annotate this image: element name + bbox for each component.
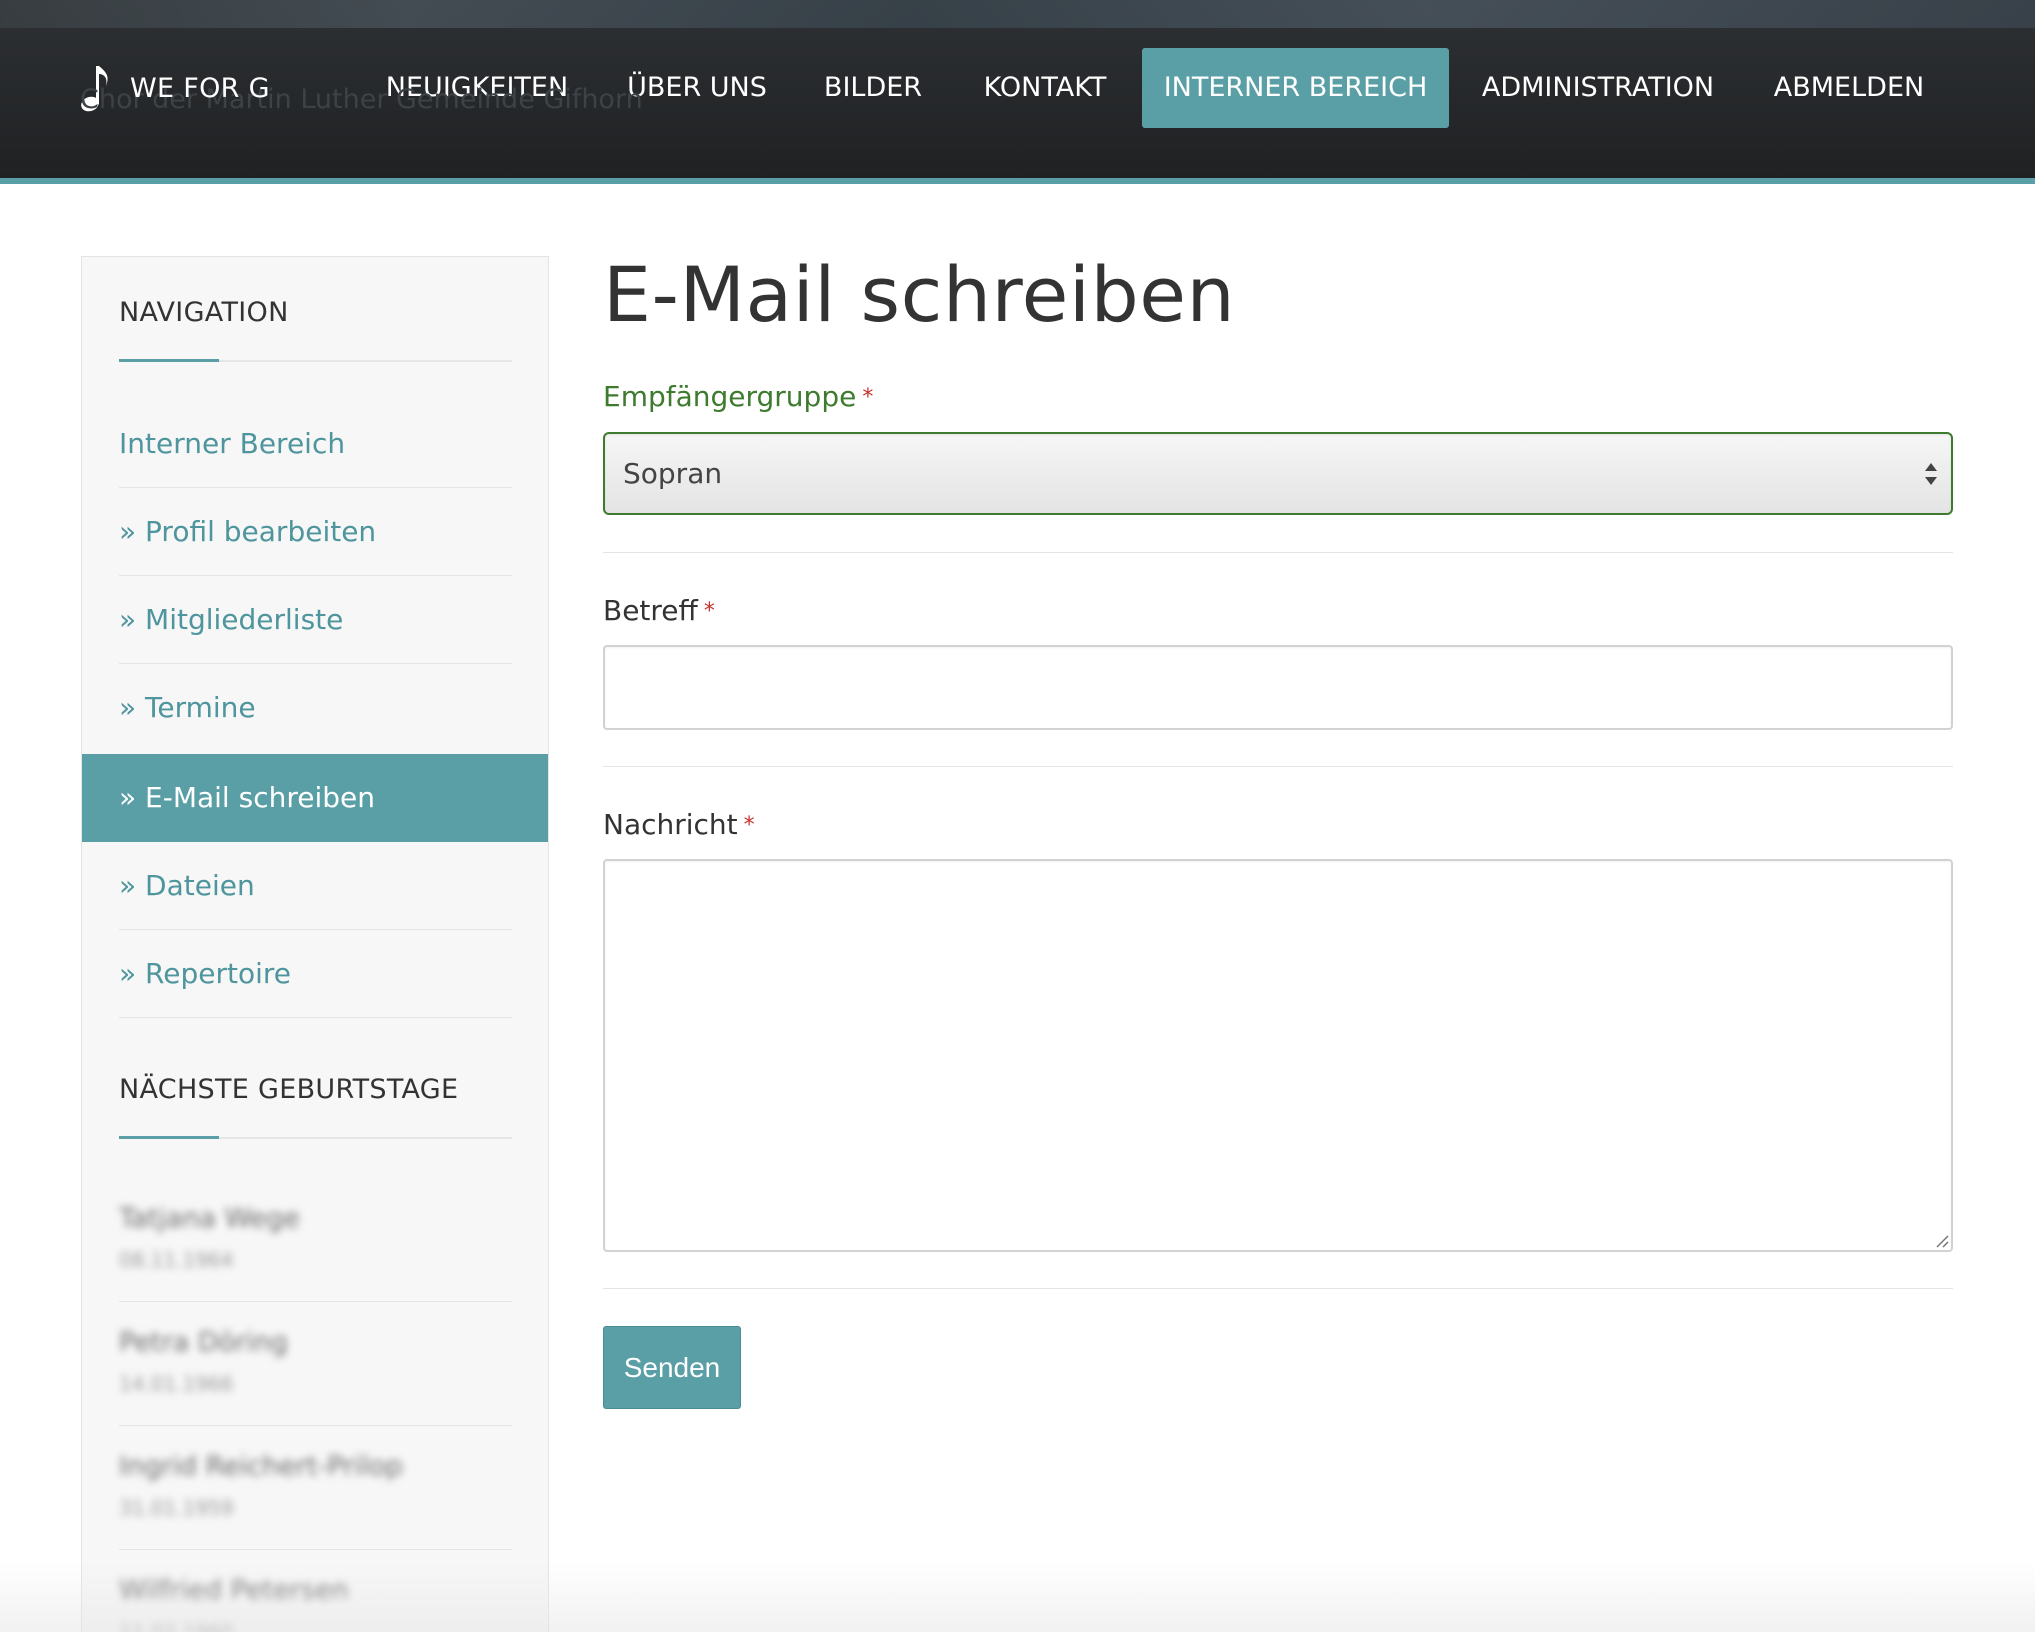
birthday-date: 31.01.1959 [119,1496,234,1520]
birthday-date: 14.01.1966 [119,1372,234,1396]
select-arrows-icon [1923,460,1939,488]
form-divider [603,766,1953,767]
message-label: Nachricht * [603,808,755,841]
birthday-date: 11.02.1960 [119,1620,234,1632]
birthday-name: Tatjana Wege [119,1203,300,1234]
birthday-name: Ingrid Reichert-Prilop [119,1451,403,1482]
sidebar-item-repertoire[interactable]: » Repertoire [82,930,548,1018]
nav-item-kontakt[interactable]: KONTAKT [968,48,1122,128]
sidebar-item-interner-bereich[interactable]: Interner Bereich [82,400,548,488]
header-background-photo [0,0,2035,28]
form-divider [603,1288,1953,1289]
page-title: E-Mail schreiben [603,250,1236,339]
nav-item-interner-bereich[interactable]: INTERNER BEREICH [1142,48,1449,128]
brand-title: WE FOR G [130,72,270,104]
resize-grip-icon[interactable] [1933,1232,1949,1248]
birthday-name: Petra Döring [119,1327,288,1358]
sidebar-item-profil-bearbeiten[interactable]: » Profil bearbeiten [82,488,548,576]
nav-item-abmelden[interactable]: ABMELDEN [1752,48,1946,128]
sidebar-separator [119,1017,512,1018]
sidebar-navigation-heading: NAVIGATION [119,297,289,328]
recipient-group-select[interactable]: Sopran [603,432,1953,515]
birthday-date: 08.11.1964 [119,1248,234,1272]
message-textarea[interactable] [603,859,1953,1252]
recipient-group-label: Empfängergruppe * [603,380,873,413]
send-button[interactable]: Senden [603,1326,741,1409]
sidebar-item-email-schreiben[interactable]: » E-Mail schreiben [82,754,548,842]
nav-item-administration[interactable]: ADMINISTRATION [1470,48,1726,128]
required-marker: * [862,385,874,410]
nav-item-bilder[interactable]: BILDER [808,48,938,128]
sidebar: NAVIGATION Interner Bereich » Profil bea… [81,256,549,1632]
required-marker: * [703,599,715,624]
subject-label-text: Betreff [603,594,698,627]
sidebar-separator [119,1425,512,1426]
sidebar-item-termine[interactable]: » Termine [82,664,548,752]
subject-input[interactable] [603,645,1953,730]
site-header: Chor der Martin Luther Gemeinde Gifhorn … [0,0,2035,184]
heading-divider [119,1136,512,1139]
sidebar-separator [119,1549,512,1550]
subject-label: Betreff * [603,594,715,627]
form-divider [603,552,1953,553]
message-label-text: Nachricht [603,808,738,841]
required-marker: * [743,813,755,838]
sidebar-birthdays-heading: NÄCHSTE GEBURTSTAGE [119,1074,459,1105]
sidebar-item-mitgliederliste[interactable]: » Mitgliederliste [82,576,548,664]
sidebar-separator [119,1301,512,1302]
sidebar-item-dateien[interactable]: » Dateien [82,842,548,930]
recipient-group-label-text: Empfängergruppe [603,380,857,413]
heading-divider [119,359,512,362]
birthday-name: Wilfried Petersen [119,1575,349,1606]
recipient-group-value: Sopran [623,457,723,490]
